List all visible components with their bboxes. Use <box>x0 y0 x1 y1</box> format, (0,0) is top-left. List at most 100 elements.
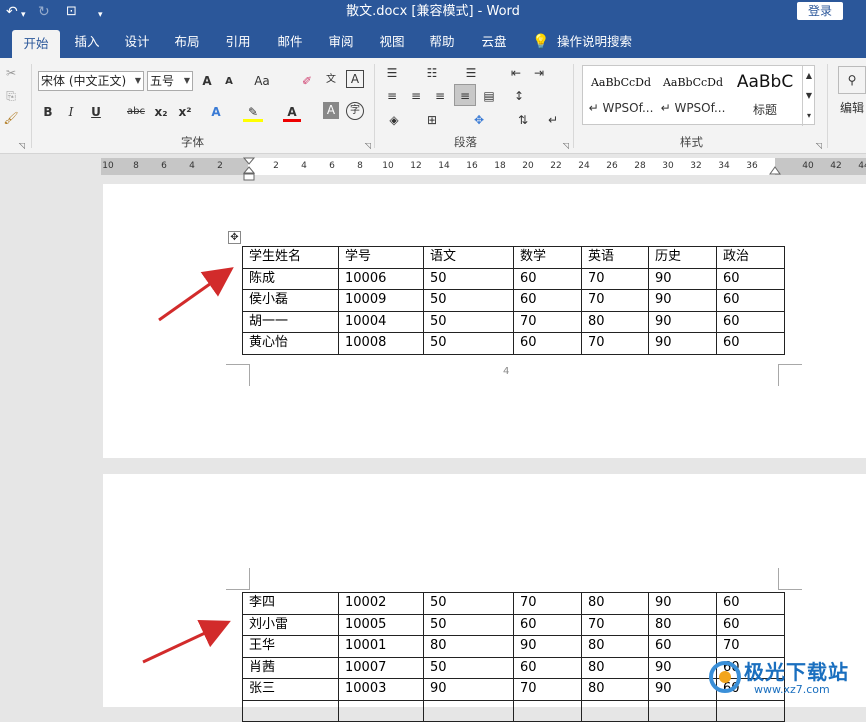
table-cell[interactable] <box>513 699 582 722</box>
cut-icon[interactable]: ✂ <box>3 63 19 83</box>
style-heading[interactable]: AaBbC 标题 <box>729 66 801 124</box>
table-cell[interactable]: 80 <box>581 592 649 615</box>
table-cell[interactable]: 侯小磊 <box>242 289 339 312</box>
italic-button[interactable]: I <box>63 102 79 122</box>
font-launcher-icon[interactable]: ◹ <box>362 136 374 156</box>
styles-scroll-up-icon[interactable]: ▲ <box>802 66 815 86</box>
copy-icon[interactable]: ⎘ <box>3 86 19 106</box>
table-cell[interactable]: 刘小雷 <box>242 613 339 636</box>
table-cell[interactable]: 10004 <box>338 310 424 333</box>
highlight-icon[interactable]: ✎ <box>243 102 263 122</box>
table-cell[interactable]: 80 <box>423 635 514 658</box>
table-cell[interactable]: 60 <box>716 332 785 355</box>
bold-button[interactable]: B <box>40 102 56 122</box>
table-cell[interactable]: 10008 <box>338 332 424 355</box>
shading-icon[interactable]: ◈ <box>385 110 403 130</box>
table-cell[interactable]: 60 <box>513 613 582 636</box>
tell-me-search[interactable]: 操作说明搜索 <box>557 26 637 58</box>
table-cell[interactable]: 80 <box>581 310 649 333</box>
table-cell[interactable]: 陈成 <box>242 267 339 290</box>
table-cell[interactable]: 英语 <box>581 246 649 269</box>
tab-cloud[interactable]: 云盘 <box>473 26 515 58</box>
edit-group-label[interactable]: 编辑 <box>840 98 866 118</box>
table-cell[interactable]: 50 <box>423 267 514 290</box>
table-cell[interactable]: 70 <box>581 289 649 312</box>
character-shading-icon[interactable]: A <box>323 102 339 119</box>
align-center-icon[interactable]: ≡ <box>407 86 425 106</box>
table-cell[interactable]: 80 <box>581 656 649 679</box>
table-cell[interactable]: 90 <box>513 635 582 658</box>
table-cell[interactable]: 张三 <box>242 678 339 701</box>
bullets-icon[interactable]: ☰ <box>383 63 401 83</box>
line-spacing-icon[interactable]: ↕ <box>510 86 528 106</box>
table-cell[interactable]: 60 <box>513 332 582 355</box>
table-cell[interactable]: 80 <box>648 613 717 636</box>
table-cell[interactable]: 数学 <box>513 246 582 269</box>
font-name-combo[interactable]: 宋体 (中文正文) ▼ <box>38 71 144 91</box>
table-cell[interactable]: 70 <box>581 332 649 355</box>
chinese-layout-icon[interactable]: ✥ <box>470 110 488 130</box>
sort-icon[interactable]: ⇅ <box>514 110 532 130</box>
styles-scroll-down-icon[interactable]: ▼ <box>802 86 815 106</box>
numbering-icon[interactable]: ☷ <box>423 63 441 83</box>
table-cell[interactable]: 60 <box>513 289 582 312</box>
show-marks-icon[interactable]: ↵ <box>544 110 562 130</box>
table-move-handle-icon[interactable]: ✥ <box>228 231 241 244</box>
table-cell[interactable]: 60 <box>513 267 582 290</box>
table-cell[interactable]: 胡一一 <box>242 310 339 333</box>
underline-button[interactable]: U <box>88 102 104 122</box>
tab-view[interactable]: 视图 <box>371 26 413 58</box>
table-cell[interactable]: 李四 <box>242 592 339 615</box>
table-cell[interactable]: 70 <box>513 678 582 701</box>
table-cell[interactable] <box>338 699 424 722</box>
table-cell[interactable]: 70 <box>581 613 649 636</box>
table-cell[interactable] <box>423 699 514 722</box>
tab-home[interactable]: 开始 <box>12 30 60 58</box>
indent-marker-icon[interactable] <box>241 156 257 182</box>
right-indent-marker-icon[interactable] <box>768 166 782 176</box>
table-cell[interactable]: 90 <box>648 332 717 355</box>
phonetic-guide-icon[interactable]: 文 <box>322 70 340 90</box>
superscript-button[interactable]: x² <box>176 102 194 122</box>
font-size-combo[interactable]: 五号 ▼ <box>147 71 193 91</box>
multilevel-list-icon[interactable]: ☰ <box>462 63 480 83</box>
decrease-indent-icon[interactable]: ⇤ <box>507 63 525 83</box>
table-cell[interactable]: 50 <box>423 289 514 312</box>
data-table[interactable]: 李四 10002 50 70 80 90 60 刘小雷 10005 50 60 70 80 60 王华 100… <box>242 592 785 722</box>
shrink-font-button[interactable]: A <box>222 72 236 92</box>
table-cell[interactable]: 王华 <box>242 635 339 658</box>
clipboard-launcher-icon[interactable]: ◹ <box>16 136 28 156</box>
table-cell[interactable]: 60 <box>716 592 785 615</box>
table-cell[interactable]: 60 <box>716 289 785 312</box>
distributed-icon[interactable]: ▤ <box>480 86 498 106</box>
paragraph-launcher-icon[interactable]: ◹ <box>560 136 572 156</box>
tab-help[interactable]: 帮助 <box>421 26 463 58</box>
table-cell[interactable]: 80 <box>581 678 649 701</box>
subscript-button[interactable]: x₂ <box>152 102 170 122</box>
table-cell[interactable] <box>581 699 649 722</box>
strikethrough-button[interactable]: abc <box>125 102 147 122</box>
table-cell[interactable]: 50 <box>423 310 514 333</box>
tab-mailings[interactable]: 邮件 <box>269 26 311 58</box>
borders-icon[interactable]: ⊞ <box>423 110 441 130</box>
table-cell[interactable]: 70 <box>581 267 649 290</box>
tab-design[interactable]: 设计 <box>116 26 158 58</box>
table-cell[interactable]: 60 <box>716 310 785 333</box>
enclose-characters-icon[interactable]: 字 <box>346 102 364 120</box>
table-cell[interactable]: 10003 <box>338 678 424 701</box>
table-cell[interactable]: 90 <box>648 310 717 333</box>
tab-insert[interactable]: 插入 <box>66 26 108 58</box>
table-cell[interactable]: 黄心怡 <box>242 332 339 355</box>
font-color-icon[interactable]: A <box>283 102 301 122</box>
table-cell[interactable]: 90 <box>423 678 514 701</box>
align-right-icon[interactable]: ≡ <box>431 86 449 106</box>
style-no-spacing[interactable]: AaBbCcDd ↵ WPSOf... <box>657 66 729 124</box>
format-painter-icon[interactable]: 🖌 <box>3 108 19 128</box>
grow-font-button[interactable]: A <box>199 71 215 91</box>
table-cell[interactable]: 90 <box>648 289 717 312</box>
table-cell[interactable]: 10001 <box>338 635 424 658</box>
table-cell[interactable]: 肖茜 <box>242 656 339 679</box>
table-cell[interactable]: 50 <box>423 656 514 679</box>
character-border-icon[interactable]: A <box>346 70 364 88</box>
table-cell[interactable]: 10005 <box>338 613 424 636</box>
